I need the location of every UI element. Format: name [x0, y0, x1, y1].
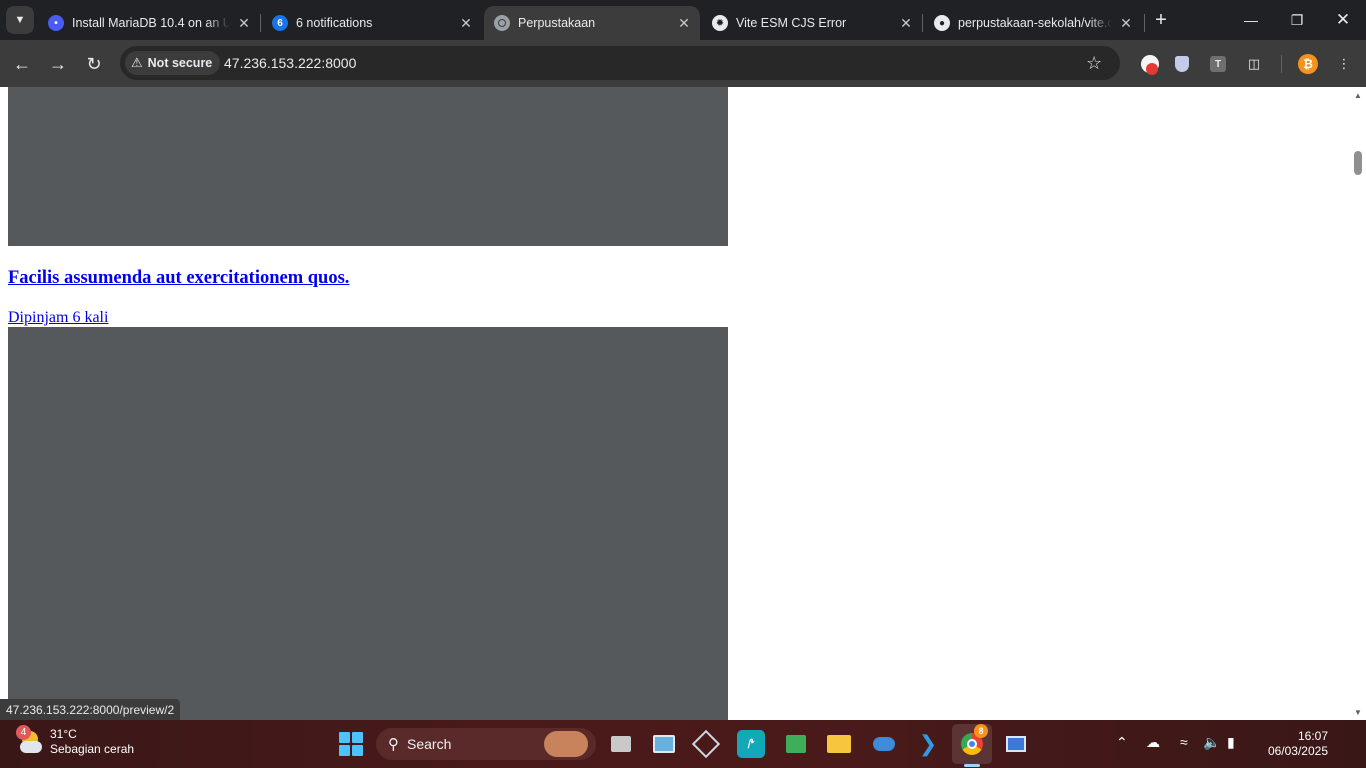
search-icon: ⚲	[388, 736, 399, 753]
partly-cloudy-icon: 4	[16, 725, 44, 755]
close-icon[interactable]: ✕	[898, 15, 914, 31]
tab-github[interactable]: ● perpustakaan-sekolah/vite.config ✕	[924, 6, 1142, 40]
tab-title: perpustakaan-sekolah/vite.config	[958, 16, 1112, 30]
borrow-count-link[interactable]: Dipinjam 6 kali	[8, 309, 108, 327]
security-chip[interactable]: ⚠ Not secure	[125, 51, 221, 75]
translate-extension-icon[interactable]: T	[1207, 53, 1229, 75]
weather-description: Sebagian cerah	[50, 742, 135, 756]
chevron-down-icon: ▼	[14, 14, 26, 26]
globe-icon	[494, 15, 510, 31]
tab-title: Perpustakaan	[518, 16, 596, 30]
network-share-icon[interactable]	[782, 730, 810, 758]
tab-strip: ▼ • Install MariaDB 10.4 on an Ubuntu ✕ …	[0, 0, 1366, 40]
tab-search-button[interactable]: ▼	[6, 6, 34, 34]
bitcoin-extension-icon[interactable]: ₿	[1297, 53, 1319, 75]
chrome-icon[interactable]: 8	[958, 724, 988, 758]
virtualbox-icon[interactable]	[691, 729, 721, 759]
close-window-button[interactable]: ✕	[1320, 6, 1366, 34]
system-clock[interactable]: 16:07 06/03/2025	[1258, 729, 1328, 759]
notification-favicon-icon: 6	[272, 15, 288, 31]
weather-badge: 4	[16, 725, 31, 740]
restore-icon: ❐	[1290, 11, 1304, 28]
clock-date: 06/03/2025	[1267, 744, 1328, 758]
address-bar[interactable]: ⚠ Not secure 47.236.153.222:8000 ☆	[120, 46, 1120, 80]
scroll-up-icon[interactable]: ▲	[1350, 87, 1366, 103]
battery-icon[interactable]: ▮	[1227, 734, 1235, 751]
windows-taskbar: 4 31°C Sebagian cerah ⚲ Search ⭚ ❯ 8 ⌃ ☁…	[0, 720, 1366, 768]
book-cover-placeholder[interactable]	[8, 87, 728, 246]
scroll-down-icon[interactable]: ▼	[1350, 704, 1366, 720]
new-tab-button[interactable]: +	[1150, 9, 1172, 31]
tab-separator	[260, 14, 261, 32]
minimize-button[interactable]: —	[1228, 6, 1274, 34]
windows-start-icon[interactable]	[339, 732, 363, 756]
close-icon[interactable]: ✕	[676, 15, 692, 31]
remote-desktop-icon[interactable]	[1002, 730, 1030, 758]
tab-mariadb[interactable]: • Install MariaDB 10.4 on an Ubuntu ✕	[38, 6, 260, 40]
openai-icon: ✹	[712, 15, 728, 31]
search-label: Search	[407, 736, 452, 752]
search-highlight-icon	[544, 731, 588, 757]
tab-separator	[922, 14, 923, 32]
status-bar-url: 47.236.153.222:8000/preview/2	[0, 699, 181, 720]
close-icon[interactable]: ✕	[236, 15, 252, 31]
security-chip-label: Not secure	[147, 56, 213, 70]
github-icon: ●	[934, 15, 950, 31]
menu-dots-icon[interactable]: ⋮	[1333, 53, 1355, 75]
file-explorer-icon[interactable]	[825, 730, 853, 758]
book-title-link[interactable]: Facilis assumenda aut exercitationem quo…	[8, 268, 349, 289]
tab-perpustakaan[interactable]: Perpustakaan ✕	[484, 6, 700, 40]
adblock-extension-icon[interactable]	[1139, 53, 1161, 75]
page-viewport: Facilis assumenda aut exercitationem quo…	[0, 87, 1350, 720]
warning-icon: ⚠	[131, 55, 143, 70]
tab-title: Install MariaDB 10.4 on an Ubuntu	[72, 16, 230, 30]
reload-button[interactable]: ↻	[80, 50, 108, 78]
book-cover-placeholder[interactable]	[8, 327, 728, 720]
cloud-app-icon[interactable]	[870, 730, 898, 758]
bolt-app-icon[interactable]: ⭚	[737, 730, 765, 758]
restore-button[interactable]: ❐	[1274, 6, 1320, 34]
mariadb-favicon-icon: •	[48, 15, 64, 31]
close-icon[interactable]: ✕	[1118, 15, 1134, 31]
tab-title: 6 notifications	[296, 16, 373, 30]
back-button[interactable]: ←	[8, 50, 36, 78]
arrow-right-icon: →	[49, 53, 67, 74]
volume-icon[interactable]: 🔈	[1203, 734, 1220, 751]
toolbar-separator	[1281, 55, 1282, 73]
forward-button[interactable]: →	[44, 50, 72, 78]
vscode-icon[interactable]: ❯	[914, 730, 942, 758]
tab-vite-error[interactable]: ✹ Vite ESM CJS Error ✕	[702, 6, 922, 40]
minimize-icon: —	[1244, 12, 1258, 28]
taskbar-search[interactable]: ⚲ Search	[376, 728, 596, 760]
browser-toolbar: ← → ↻ ⚠ Not secure 47.236.153.222:8000 ☆…	[0, 40, 1366, 87]
tab-title: Vite ESM CJS Error	[736, 16, 847, 30]
page-scrollbar[interactable]: ▲ ▼	[1350, 87, 1366, 720]
wifi-icon[interactable]: ≈	[1180, 734, 1188, 750]
close-icon: ✕	[1335, 10, 1351, 29]
bookmark-star-icon[interactable]: ☆	[1086, 53, 1102, 74]
task-view-icon[interactable]	[607, 730, 635, 758]
close-icon[interactable]: ✕	[458, 15, 474, 31]
clock-time: 16:07	[1297, 729, 1328, 743]
show-hidden-icons-chevron-icon[interactable]: ⌃	[1116, 734, 1128, 751]
weather-widget[interactable]: 4 31°C Sebagian cerah	[16, 725, 135, 757]
scrollbar-thumb[interactable]	[1354, 151, 1362, 175]
cloud-error-icon[interactable]: ☁	[1146, 734, 1160, 751]
temperature: 31°C	[50, 727, 77, 741]
url-text[interactable]: 47.236.153.222:8000	[224, 55, 356, 71]
control-panel-icon[interactable]	[650, 730, 678, 758]
tab-notifications[interactable]: 6 6 notifications ✕	[262, 6, 482, 40]
extensions-puzzle-icon[interactable]: ◫	[1243, 53, 1265, 75]
shield-extension-icon[interactable]	[1171, 53, 1193, 75]
chrome-badge: 8	[974, 724, 988, 738]
plus-icon: +	[1155, 8, 1167, 31]
reload-icon: ↻	[86, 53, 102, 74]
tab-separator	[1144, 14, 1145, 32]
active-app-indicator	[964, 764, 980, 767]
arrow-left-icon: ←	[13, 53, 31, 74]
